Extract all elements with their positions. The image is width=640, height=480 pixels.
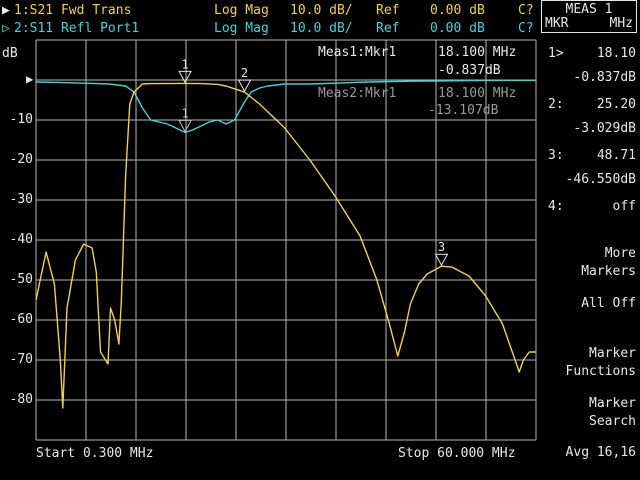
marker-row-label: 2: [548, 97, 564, 112]
y-tick-label: -50 [9, 272, 33, 287]
marker-1-glyph[interactable]: 1 [178, 57, 192, 84]
y-tick-label: -60 [9, 312, 33, 327]
meas2-value: -13.107dB [428, 103, 499, 118]
marker-2-glyph[interactable]: 2 [237, 66, 252, 93]
y-unit-label: dB [2, 46, 18, 61]
marker-row-label: 4: [548, 199, 564, 214]
start-frequency[interactable]: Start 0.300 MHz [36, 446, 153, 461]
meas2-freq: 18.100 MHz [438, 86, 517, 101]
meas1-label: Meas1:Mkr1 [318, 45, 397, 60]
marker-row-freq: 48.71 [596, 148, 636, 163]
marker-search-softkey[interactable]: Marker Search [536, 395, 636, 431]
more-markers-softkey[interactable]: More Markers [536, 245, 636, 281]
y-tick-label: -30 [9, 192, 33, 207]
meas2-label: Meas2:Mkr1 [318, 86, 397, 101]
reference-level-arrow[interactable]: ▶ [26, 72, 33, 87]
marker-row-amp: -0.837dB [573, 70, 636, 85]
marker-panel-header: MEAS 1 MKR MHz [541, 0, 637, 33]
marker-glyphs: 1 1 2 3 [178, 57, 449, 267]
marker-row-label: 1> [548, 46, 564, 61]
y-tick-label: -10 [9, 112, 33, 127]
meas1-freq: 18.100 MHz [438, 45, 517, 60]
marker-row-freq: off [612, 199, 636, 214]
meas1-value: -0.837dB [438, 63, 501, 78]
y-tick-label: -40 [9, 232, 33, 247]
y-tick-label: -80 [9, 392, 33, 407]
stop-frequency[interactable]: Stop 60.000 MHz [398, 446, 515, 461]
marker-panel-title: MEAS 1 [565, 2, 613, 17]
y-tick-label: -70 [9, 352, 33, 367]
marker-col-mkr: MKR [545, 16, 569, 31]
y-tick-label: -20 [9, 152, 33, 167]
marker-1-number: 1 [181, 106, 188, 120]
marker-2-number: 2 [241, 66, 248, 80]
averaging-status: Avg 16,16 [565, 445, 636, 460]
marker-row-amp: -3.029dB [573, 121, 636, 136]
marker-3-number: 3 [438, 240, 445, 254]
marker-3-glyph[interactable]: 3 [434, 240, 449, 267]
marker-1-glyph[interactable]: 1 [178, 106, 192, 133]
marker-row-freq: 18.10 [596, 46, 636, 61]
marker-1-number: 1 [181, 57, 188, 71]
marker-col-mhz: MHz [609, 16, 633, 31]
marker-functions-softkey[interactable]: Marker Functions [536, 345, 636, 381]
marker-row-freq: 25.20 [596, 97, 636, 112]
marker-row-label: 3: [548, 148, 564, 163]
all-off-softkey[interactable]: All Off [536, 295, 636, 313]
marker-row-amp: -46.550dB [565, 172, 636, 187]
